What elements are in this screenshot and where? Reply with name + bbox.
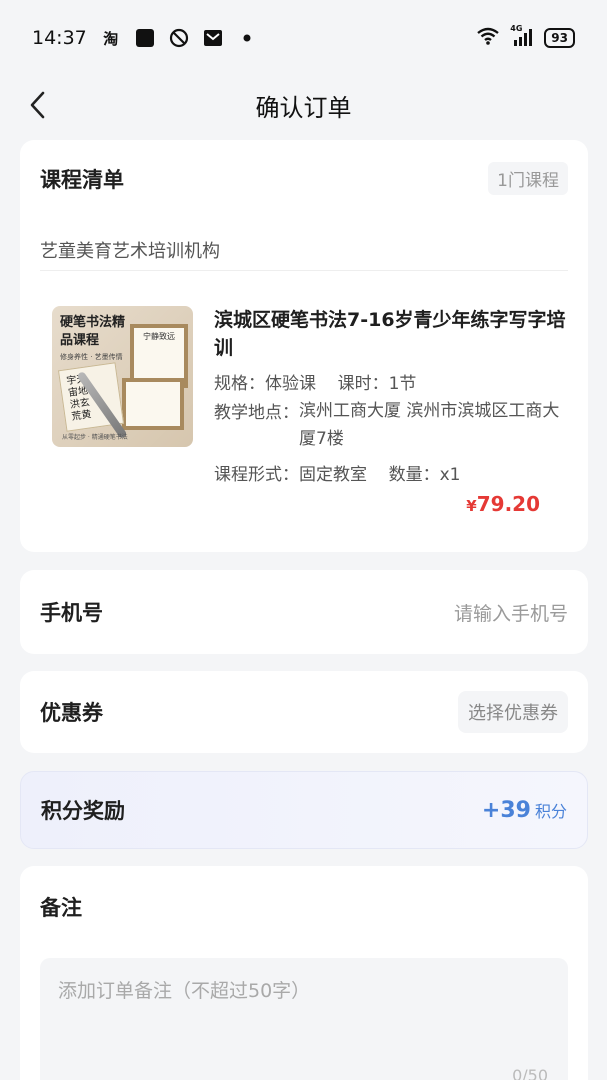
course-list-card: 课程清单 1门课程 艺童美育艺术培训机构 硬笔书法精品课程 修身养性 · 艺墨传… [20,140,588,552]
wifi-icon [476,26,500,51]
do-not-disturb-icon [169,28,189,48]
page-title: 确认订单 [255,93,352,122]
nav-bar: 确认订单 [0,76,607,134]
course-name[interactable]: 滨城区硬笔书法7-16岁青少年练字写字培训 [214,306,566,362]
remark-input[interactable] [40,958,568,1080]
thumbnail-title: 硬笔书法精品课程 [60,315,126,348]
remark-card: 备注 0/50 [20,866,588,1080]
coupon-card: 优惠券 选择优惠券 [20,671,588,753]
coupon-row: 优惠券 选择优惠券 [20,671,588,753]
points-unit: 积分 [534,801,567,821]
thumbnail-subtitle: 修身养性 · 艺墨传情 [60,353,123,361]
points-reward: +39 积分 [482,798,567,823]
course-location: 教学地点： 滨州工商大厦 滨州市滨城区工商大厦7楼 [214,398,566,453]
location-label: 教学地点： [214,403,299,423]
phone-card: 手机号 请输入手机号 [20,570,588,654]
phone-label: 手机号 [40,601,103,625]
phone-row: 手机号 请输入手机号 [20,570,588,654]
course-form: 课程形式：固定教室 数量：x1 [214,465,461,485]
points-row: 积分奖励 +39 积分 [21,772,587,848]
points-card: 积分奖励 +39 积分 [20,771,588,849]
location-value: 滨州工商大厦 滨州市滨城区工商大厦7楼 [299,401,560,449]
org-name: 艺童美育艺术培训机构 [40,241,220,262]
course-count-badge: 1门课程 [488,162,568,195]
thumbnail-footer: 从零起步 · 精通硬笔书法 [62,434,128,441]
frame-text: 宁静致远 [143,332,175,341]
divider [40,270,568,271]
phone-input[interactable]: 请输入手机号 [454,599,568,626]
currency-symbol: ¥ [466,497,477,515]
course-list-title: 课程清单 [40,167,124,192]
battery-icon: 93 [544,28,575,48]
select-coupon-button[interactable]: 选择优惠券 [458,691,568,733]
calligraphy-frame-lower [122,378,184,430]
back-arrow-icon[interactable] [24,90,54,120]
points-value: +39 [481,797,531,823]
coupon-label: 优惠券 [40,701,103,725]
network-type: 4G [510,24,523,33]
course-thumbnail[interactable]: 硬笔书法精品课程 修身养性 · 艺墨传情 宁静致远 宇天宙地洪玄荒黄 从零起步 … [52,306,193,447]
points-label: 积分奖励 [41,799,125,823]
more-dot-icon [237,28,257,48]
remark-label: 备注 [40,896,82,920]
course-spec: 规格：体验课 课时：1节 [214,374,417,394]
taobao-icon: 淘 [103,29,119,48]
notification-icon [135,28,155,48]
price-value: 79.20 [476,492,540,516]
status-time: 14:37 [32,27,87,49]
mail-icon [203,28,223,48]
course-list-header: 课程清单 1门课程 [20,140,588,195]
remark-char-counter: 0/50 [512,1066,548,1080]
status-right: 4G 93 [476,24,575,51]
course-price: ¥79.20 [466,492,540,516]
status-bar: 14:37 淘 4G 93 [0,0,607,76]
status-left: 14:37 淘 [32,27,257,49]
cellular-signal-icon: 4G [510,24,534,48]
